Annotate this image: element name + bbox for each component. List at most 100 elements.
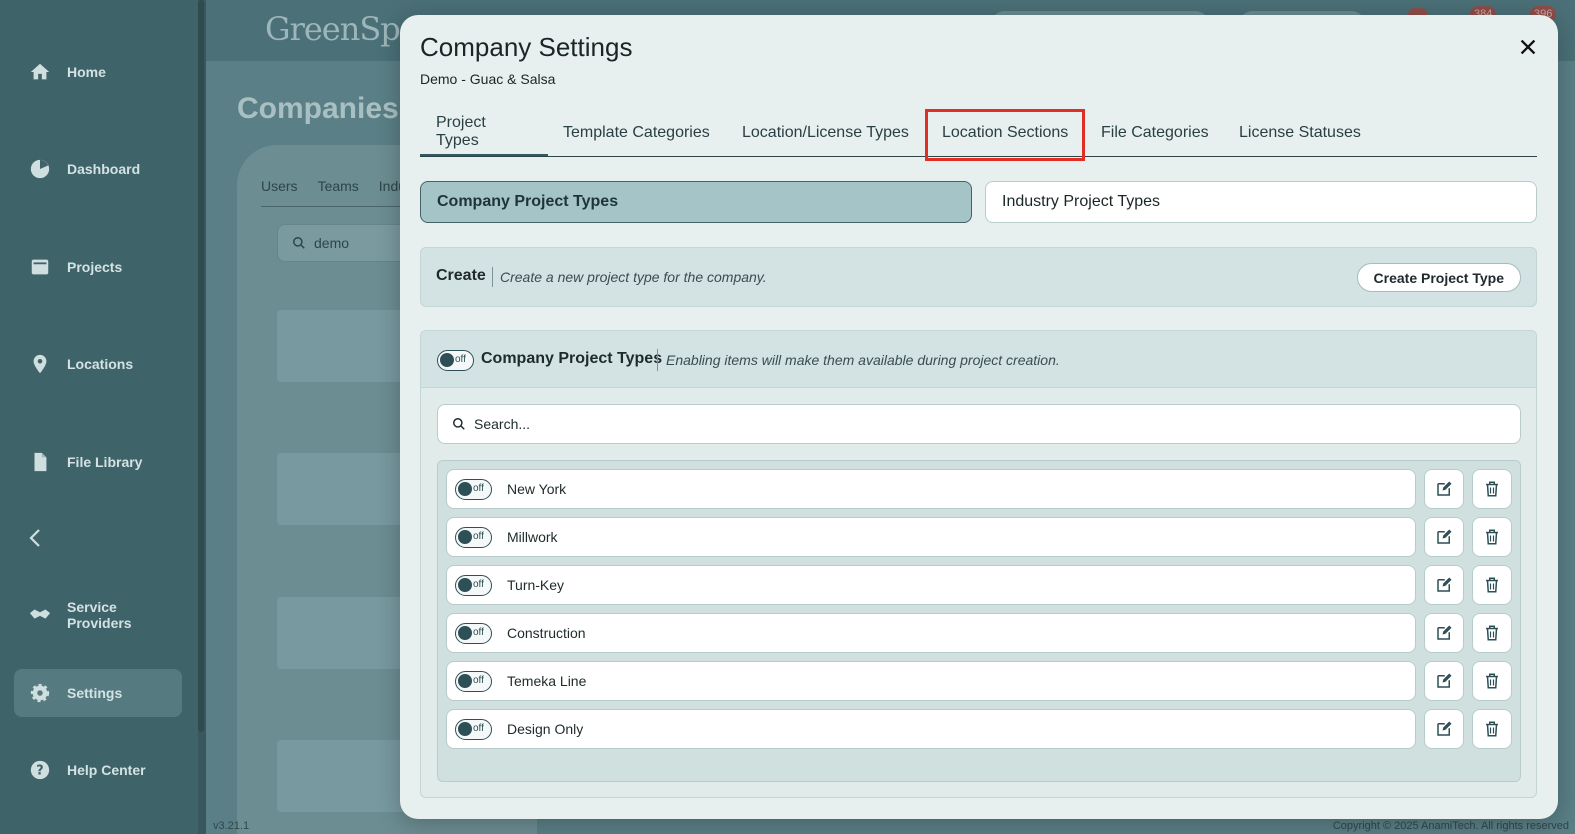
edit-icon[interactable]	[1424, 613, 1464, 653]
list-item-body: off Millwork	[446, 517, 1416, 557]
sidebar-item-service-providers[interactable]: Service Providers	[14, 591, 182, 639]
sidebar-item-label: Dashboard	[67, 161, 141, 177]
file-icon	[28, 450, 52, 474]
close-icon[interactable]	[1517, 36, 1539, 58]
modal-subtitle: Demo - Guac & Salsa	[420, 71, 556, 87]
search-input[interactable]	[474, 416, 1374, 432]
create-project-type-button[interactable]: Create Project Type	[1356, 263, 1521, 292]
sidebar-item-file-library[interactable]: File Library	[14, 438, 182, 486]
toggle-state: off	[455, 354, 466, 365]
list-item-body: off New York	[446, 469, 1416, 509]
list-item-body: off Temeka Line	[446, 661, 1416, 701]
search-value: demo	[314, 235, 350, 251]
edit-icon[interactable]	[1424, 661, 1464, 701]
search-icon	[453, 418, 465, 430]
list-item: off Millwork	[446, 517, 1516, 557]
list-placeholder	[277, 597, 407, 669]
divider	[492, 267, 493, 287]
divider	[657, 349, 658, 371]
panel-title: Company Project Types	[481, 350, 663, 367]
page-title: Companies	[237, 92, 399, 125]
list-item-label: Turn-Key	[507, 577, 565, 593]
list-item: off Design Only	[446, 709, 1516, 749]
list-item-body: off Turn-Key	[446, 565, 1416, 605]
create-description: Create a new project type for the compan…	[500, 269, 767, 285]
sidebar-item-label: Settings	[67, 685, 123, 701]
sidebar-item-dashboard[interactable]: Dashboard	[14, 145, 182, 193]
sidebar-item-label: File Library	[67, 454, 143, 470]
trash-icon[interactable]	[1472, 469, 1512, 509]
enable-toggle[interactable]: off	[455, 670, 492, 692]
sidebar-item-home[interactable]: Home	[14, 48, 182, 96]
project-type-search[interactable]	[437, 404, 1521, 444]
project-type-list: off New York off Millwork off Turn-Key o…	[437, 460, 1521, 782]
sidebar-item-projects[interactable]: Projects	[14, 243, 182, 291]
create-label: Create	[436, 267, 486, 284]
list-item-label: Design Only	[507, 721, 584, 737]
list-placeholder	[277, 453, 407, 525]
toggle-all-switch[interactable]: off	[437, 350, 474, 376]
collapse-sidebar-chevron-icon[interactable]	[24, 526, 48, 550]
enable-toggle[interactable]: off	[455, 622, 492, 644]
dashboard-icon	[28, 157, 52, 181]
edit-icon[interactable]	[1424, 517, 1464, 557]
enable-toggle[interactable]: off	[455, 718, 492, 740]
enable-toggle[interactable]: off	[455, 574, 492, 596]
tab-license-statuses[interactable]: License Statuses	[1223, 110, 1377, 156]
list-item-label: New York	[507, 481, 567, 497]
list-item-body: off Design Only	[446, 709, 1416, 749]
enable-toggle[interactable]: off	[455, 526, 492, 548]
tab-template-categories[interactable]: Template Categories	[547, 110, 726, 156]
trash-icon[interactable]	[1472, 565, 1512, 605]
list-item: off Turn-Key	[446, 565, 1516, 605]
tab-location-license-types[interactable]: Location/License Types	[726, 110, 925, 156]
segment-industry-project-types[interactable]: Industry Project Types	[985, 181, 1537, 223]
trash-icon[interactable]	[1472, 517, 1512, 557]
gear-icon	[28, 681, 52, 705]
sidebar-scrollbar-thumb[interactable]	[198, 0, 204, 732]
background-tab-divider	[261, 206, 411, 207]
sidebar-item-settings[interactable]: Settings	[14, 669, 182, 717]
panel-description: Enabling items will make them available …	[666, 352, 1060, 368]
list-item-label: Millwork	[507, 529, 558, 545]
sidebar-item-help-center[interactable]: ? Help Center	[14, 746, 182, 794]
trash-icon[interactable]	[1472, 709, 1512, 749]
edit-icon[interactable]	[1424, 565, 1464, 605]
sidebar-item-label: Locations	[67, 356, 134, 372]
highlight-box	[925, 109, 1085, 161]
tab-users[interactable]: Users	[261, 178, 298, 194]
create-section: Create Create a new project type for the…	[420, 247, 1537, 307]
edit-icon[interactable]	[1424, 469, 1464, 509]
enable-toggle[interactable]: off	[455, 478, 492, 500]
svg-text:?: ?	[36, 764, 43, 779]
help-icon: ?	[28, 758, 52, 782]
background-tabs: Users Teams Indu	[261, 178, 406, 194]
list-placeholder	[277, 740, 407, 812]
trash-icon[interactable]	[1472, 661, 1512, 701]
list-item: off New York	[446, 469, 1516, 509]
search-icon	[293, 237, 305, 249]
sidebar-item-label: Projects	[67, 259, 123, 275]
list-item-label: Temeka Line	[507, 673, 587, 689]
sidebar-item-label: Help Center	[67, 762, 146, 778]
trash-icon[interactable]	[1472, 613, 1512, 653]
sidebar-item-label: Service Providers	[67, 599, 132, 631]
tab-project-types[interactable]: Project Types	[420, 110, 548, 156]
edit-icon[interactable]	[1424, 709, 1464, 749]
list-item: off Construction	[446, 613, 1516, 653]
list-item-label: Construction	[507, 625, 586, 641]
tab-teams[interactable]: Teams	[318, 178, 359, 194]
sidebar-item-locations[interactable]: Locations	[14, 340, 182, 388]
copyright-label: Copyright © 2025 AnamiTech. All rights r…	[1332, 820, 1569, 832]
projects-icon	[28, 255, 52, 279]
panel-header: off Company Project Types Enabling items…	[421, 331, 1536, 388]
segment-company-project-types[interactable]: Company Project Types	[420, 181, 972, 223]
list-item-body: off Construction	[446, 613, 1416, 653]
tab-file-categories[interactable]: File Categories	[1085, 110, 1225, 156]
version-label: v3.21.1	[213, 820, 250, 832]
background-search-input[interactable]: demo	[277, 224, 417, 262]
handshake-icon	[28, 603, 52, 627]
home-icon	[28, 60, 52, 84]
location-pin-icon	[28, 352, 52, 376]
project-types-panel: off Company Project Types Enabling items…	[420, 330, 1537, 798]
